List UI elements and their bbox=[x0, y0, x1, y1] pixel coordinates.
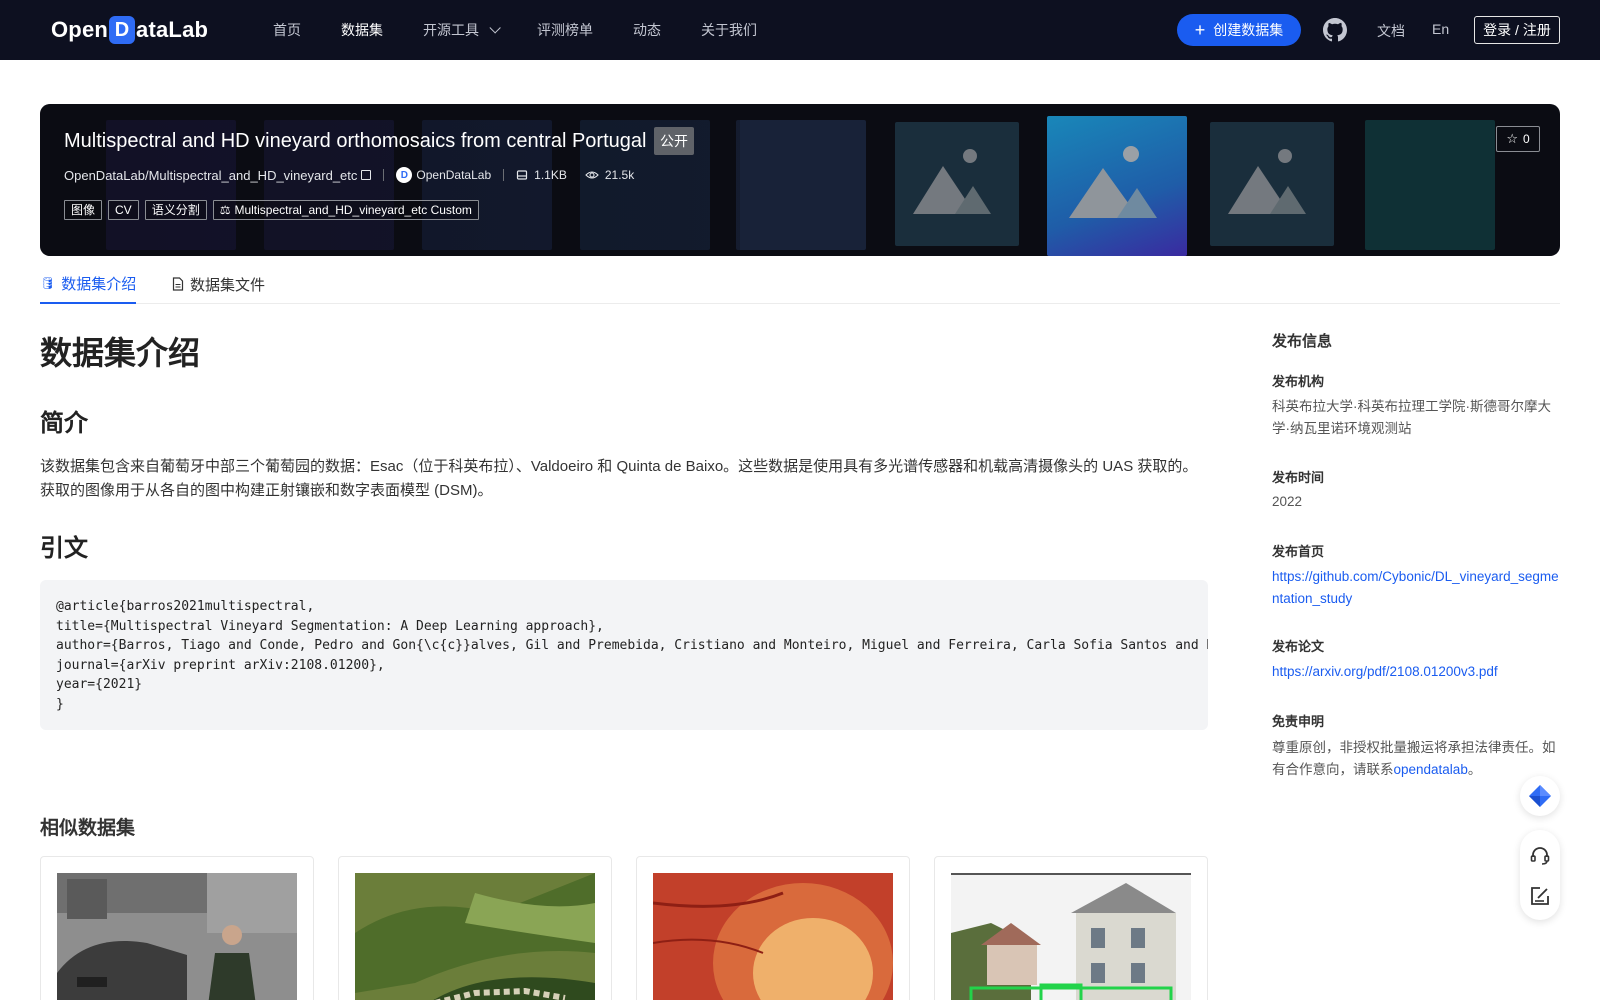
org-avatar: D bbox=[396, 167, 413, 183]
side-tool-stack bbox=[1520, 830, 1560, 920]
dataset-banner: Multispectral and HD vineyard orthomosai… bbox=[40, 104, 1560, 256]
dataset-thumbnail bbox=[57, 873, 297, 1000]
copy-icon[interactable] bbox=[361, 170, 372, 180]
dataset-tags: 图像 CV 语义分割 ⚖ Multispectral_and_HD_vineya… bbox=[64, 200, 485, 220]
eye-icon bbox=[585, 171, 599, 179]
similar-dataset-card[interactable] bbox=[338, 856, 612, 1000]
license-label: Multispectral_and_HD_vineyard_etc Custom bbox=[234, 203, 472, 217]
repo-path: OpenDataLab/Multispectral_and_HD_vineyar… bbox=[64, 167, 358, 183]
image-placeholder-icon bbox=[913, 149, 991, 214]
divider bbox=[383, 169, 385, 181]
similar-datasets-heading: 相似数据集 bbox=[40, 818, 136, 839]
disclaimer-label: 免责申明 bbox=[1272, 714, 1325, 729]
disclaimer-text: 尊重原创，非授权批量搬运将承担法律责任。如有合作意向，请联系opendatala… bbox=[1272, 737, 1562, 781]
support-icon[interactable] bbox=[1528, 844, 1552, 868]
divider bbox=[503, 169, 505, 181]
publish-info-sidebar: 发布信息 发布机构 科英布拉大学·科英布拉理工学院·斯德哥尔摩大学·纳瓦里诺环境… bbox=[1272, 330, 1562, 777]
main-nav: 首页 数据集 开源工具 评测榜单 动态 关于我们 bbox=[273, 0, 797, 60]
org-name[interactable]: OpenDataLab bbox=[416, 168, 491, 182]
disclaimer-end: 。 bbox=[1467, 762, 1482, 777]
preview-thumbnail bbox=[1210, 122, 1334, 246]
preview-thumbnail bbox=[1365, 120, 1495, 250]
license-tag[interactable]: ⚖ Multispectral_and_HD_vineyard_etc Cust… bbox=[212, 200, 479, 220]
intro-heading: 简介 bbox=[40, 410, 88, 437]
tab-dataset-files-label: 数据集文件 bbox=[190, 276, 266, 294]
nav-home[interactable]: 首页 bbox=[273, 20, 301, 40]
dataset-thumbnail bbox=[951, 873, 1191, 1000]
preview-thumbnail bbox=[895, 122, 1019, 246]
nav-news[interactable]: 动态 bbox=[633, 20, 661, 40]
page-title: 数据集介绍 bbox=[40, 335, 201, 371]
publish-time-label: 发布时间 bbox=[1272, 470, 1325, 485]
github-icon[interactable] bbox=[1323, 18, 1347, 42]
dataset-meta: OpenDataLab/Multispectral_and_HD_vineyar… bbox=[64, 167, 634, 183]
similar-dataset-card[interactable] bbox=[934, 856, 1208, 1000]
dataset-size: 1.1KB bbox=[534, 168, 567, 182]
tab-dataset-files[interactable]: 数据集文件 bbox=[172, 264, 265, 304]
logo-mark: D bbox=[109, 16, 136, 44]
scale-icon: ⚖ bbox=[219, 203, 231, 217]
image-placeholder-icon bbox=[1069, 146, 1157, 218]
chevron-down-icon bbox=[489, 22, 501, 34]
tag-domain[interactable]: CV bbox=[108, 200, 139, 220]
nav-leaderboard[interactable]: 评测榜单 bbox=[537, 20, 593, 40]
plus-icon: + bbox=[1194, 20, 1206, 40]
nav-open-tools[interactable]: 开源工具 bbox=[423, 20, 501, 40]
homepage-label: 发布首页 bbox=[1272, 544, 1325, 559]
dataset-title: Multispectral and HD vineyard orthomosai… bbox=[64, 130, 647, 152]
preview-thumbnail bbox=[736, 120, 866, 250]
star-icon: ☆ bbox=[1506, 131, 1518, 146]
tab-dataset-intro[interactable]: 🛢 数据集介绍 bbox=[40, 264, 137, 304]
nav-open-tools-label: 开源工具 bbox=[423, 22, 479, 38]
top-navbar: Open D ataLab 首页 数据集 开源工具 评测榜单 动态 关于我们 +… bbox=[0, 0, 1600, 60]
contact-link[interactable]: opendatalab bbox=[1394, 762, 1468, 777]
dataset-thumbnail bbox=[653, 873, 893, 1000]
citation-code-block: @article{barros2021multispectral, title=… bbox=[40, 580, 1208, 730]
preview-thumbnail bbox=[1047, 116, 1187, 256]
dataset-thumbnail bbox=[355, 873, 595, 1000]
publisher-label: 发布机构 bbox=[1272, 374, 1325, 389]
disk-icon bbox=[517, 170, 528, 180]
star-button[interactable]: ☆ 0 bbox=[1496, 126, 1540, 152]
view-count: 21.5k bbox=[604, 168, 635, 182]
dataset-tabs: 🛢 数据集介绍 数据集文件 bbox=[40, 264, 1560, 304]
feedback-fab[interactable] bbox=[1520, 776, 1560, 816]
paper-label: 发布论文 bbox=[1272, 639, 1325, 654]
publish-time-value: 2022 bbox=[1272, 494, 1303, 509]
paper-link[interactable]: https://arxiv.org/pdf/2108.01200v3.pdf bbox=[1272, 661, 1562, 683]
nav-datasets[interactable]: 数据集 bbox=[341, 20, 383, 40]
star-count: 0 bbox=[1522, 132, 1530, 146]
tab-dataset-intro-label: 数据集介绍 bbox=[61, 275, 137, 293]
database-icon: 🛢 bbox=[40, 276, 56, 290]
language-switch[interactable]: En bbox=[1432, 21, 1449, 37]
create-dataset-label: 创建数据集 bbox=[1213, 22, 1284, 38]
logo-text-suffix: ataLab bbox=[136, 17, 209, 42]
tag-modality[interactable]: 图像 bbox=[64, 200, 103, 220]
citation-heading: 引文 bbox=[40, 535, 88, 562]
visibility-badge: 公开 bbox=[654, 127, 694, 155]
login-register-button[interactable]: 登录 / 注册 bbox=[1474, 16, 1560, 44]
create-dataset-button[interactable]: + 创建数据集 bbox=[1177, 14, 1301, 46]
image-placeholder-icon bbox=[1228, 149, 1306, 214]
publish-info-title: 发布信息 bbox=[1272, 333, 1333, 350]
homepage-link[interactable]: https://github.com/Cybonic/DL_vineyard_s… bbox=[1272, 566, 1562, 610]
logo-text-prefix: Open bbox=[51, 17, 109, 42]
publisher-value: 科英布拉大学·科英布拉理工学院·斯德哥尔摩大学·纳瓦里诺环境观测站 bbox=[1272, 399, 1551, 436]
nav-about[interactable]: 关于我们 bbox=[701, 20, 757, 40]
edit-icon[interactable] bbox=[1528, 884, 1552, 908]
nav-docs[interactable]: 文档 bbox=[1377, 21, 1405, 41]
similar-dataset-card[interactable] bbox=[636, 856, 910, 1000]
tag-task[interactable]: 语义分割 bbox=[144, 200, 207, 220]
logo[interactable]: Open D ataLab bbox=[51, 14, 208, 46]
intro-text: 该数据集包含来自葡萄牙中部三个葡萄园的数据：Esac（位于科英布拉）、Valdo… bbox=[40, 458, 1198, 499]
feedback-icon bbox=[1529, 785, 1551, 807]
file-icon bbox=[172, 277, 184, 291]
similar-dataset-card[interactable] bbox=[40, 856, 314, 1000]
